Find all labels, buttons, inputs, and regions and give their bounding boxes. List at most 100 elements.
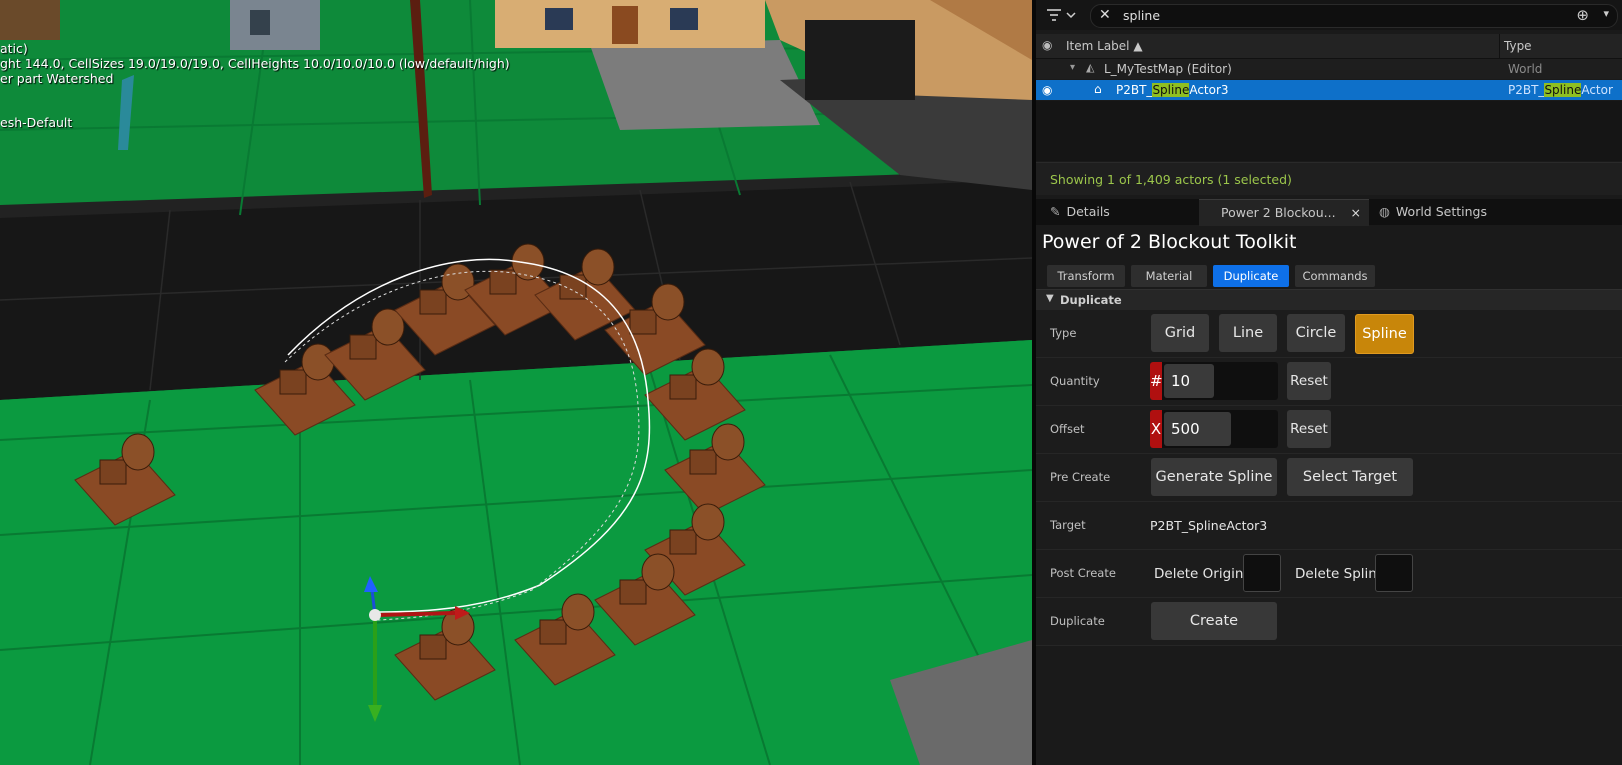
type-label: Type <box>1050 326 1077 340</box>
chevron-down-icon[interactable]: ▾ <box>1603 7 1609 20</box>
offset-axis-tag: X <box>1150 410 1162 448</box>
delete-spline-label: Delete Spline <box>1295 566 1386 582</box>
delete-spline-checkbox[interactable] <box>1375 554 1413 592</box>
actor-label: P2BT_SplineActor3 <box>1116 83 1229 97</box>
line-button[interactable]: Line <box>1219 314 1277 352</box>
pre-create-row: Pre Create Generate Spline Select Target <box>1036 454 1622 502</box>
toolkit-title: Power of 2 Blockout Toolkit <box>1042 231 1297 253</box>
crate-prop <box>279 369 307 395</box>
generate-spline-button[interactable]: Generate Spline <box>1151 458 1277 496</box>
target-row: Target P2BT_SplineActor3 <box>1036 502 1622 550</box>
barrel-prop <box>301 343 335 381</box>
tab-details[interactable]: ✎ Details <box>1042 199 1192 225</box>
viewport-stats-line-2: ght 144.0, CellSizes 19.0/19.0/19.0, Cel… <box>0 56 510 71</box>
spline-button[interactable]: Spline <box>1355 314 1414 354</box>
clear-search-icon[interactable]: ✕ <box>1099 7 1111 23</box>
crate-prop <box>419 289 447 315</box>
offset-value: 500 <box>1164 412 1231 446</box>
create-button[interactable]: Create <box>1151 602 1277 640</box>
select-target-button[interactable]: Select Target <box>1287 458 1413 496</box>
viewport-stats-line-1: atic) <box>0 41 28 56</box>
globe-icon: ◍ <box>1379 204 1390 219</box>
crate-prop <box>689 449 717 475</box>
duplicate-section-header[interactable]: ▼ Duplicate <box>1036 289 1622 310</box>
section-label: Duplicate <box>1060 293 1122 307</box>
crate-prop <box>539 619 567 645</box>
tab-power2-blockout[interactable]: Power 2 Blockou... × <box>1199 199 1369 226</box>
outliner-search-bar: ✕ spline ⊕ ▾ <box>1036 0 1622 30</box>
circle-button[interactable]: Circle <box>1287 314 1345 352</box>
world-label: L_MyTestMap (Editor) <box>1104 62 1232 76</box>
outliner-row-world[interactable]: ▾ ◭ L_MyTestMap (Editor) World <box>1036 59 1622 79</box>
collapse-arrow-icon[interactable]: ▾ <box>1070 62 1075 73</box>
crate-prop <box>629 309 657 335</box>
close-icon[interactable]: × <box>1351 200 1361 226</box>
delete-original-checkbox[interactable] <box>1243 554 1281 592</box>
outliner-empty-area <box>1036 101 1622 161</box>
pre-create-label: Pre Create <box>1050 470 1111 484</box>
crate-prop <box>99 459 127 485</box>
barrel-prop <box>711 423 745 461</box>
offset-input[interactable]: X 500 <box>1150 410 1278 448</box>
offset-label: Offset <box>1050 422 1085 436</box>
quantity-input[interactable]: # 10 <box>1150 362 1278 400</box>
world-type: World <box>1508 62 1543 76</box>
barrel-prop <box>691 348 725 386</box>
search-value: spline <box>1123 8 1161 23</box>
delete-original-label: Delete Original <box>1154 566 1256 582</box>
column-separator[interactable] <box>1499 34 1500 58</box>
pencil-icon: ✎ <box>1050 204 1061 219</box>
outliner-search-input[interactable]: ✕ spline ⊕ ▾ <box>1090 4 1618 28</box>
filter-icon[interactable] <box>1046 6 1080 24</box>
duplicate-label: Duplicate <box>1050 614 1105 628</box>
crate-prop <box>669 374 697 400</box>
barrel-prop <box>691 503 725 541</box>
viewport-stats-line-4: esh-Default <box>0 115 73 130</box>
target-label: Target <box>1050 518 1086 532</box>
column-item-label[interactable]: Item Label ▲ <box>1066 39 1143 53</box>
outliner-status-bar: Showing 1 of 1,409 actors (1 selected) <box>1036 162 1622 195</box>
reset-offset-button[interactable]: Reset <box>1287 410 1331 448</box>
editor-side-panel: ✕ spline ⊕ ▾ ◉ Item Label ▲ Type ▾ ◭ L_M… <box>1036 0 1622 765</box>
post-create-row: Post Create Delete Original Delete Splin… <box>1036 550 1622 598</box>
crate-prop <box>489 269 517 295</box>
barrel-prop <box>651 283 685 321</box>
reset-quantity-button[interactable]: Reset <box>1287 362 1331 400</box>
visibility-eye-icon[interactable]: ◉ <box>1042 38 1052 52</box>
barrel-prop <box>121 433 155 471</box>
world-icon: ◭ <box>1086 61 1095 74</box>
tab-world-settings[interactable]: ◍ World Settings <box>1371 199 1571 225</box>
commands-button[interactable]: Commands <box>1294 264 1376 288</box>
crate-prop <box>669 529 697 555</box>
crate-prop <box>619 579 647 605</box>
panel-empty-area <box>1036 649 1622 765</box>
duplicate-button[interactable]: Duplicate <box>1212 264 1290 288</box>
panel-tab-bar: ✎ Details Power 2 Blockou... × ◍ World Sett… <box>1036 199 1622 226</box>
viewport-scene <box>0 0 1032 765</box>
outliner-row-actor[interactable]: ◉ ⌂ P2BT_SplineActor3 P2BT_SplineActor <box>1036 80 1622 100</box>
quantity-label: Quantity <box>1050 374 1100 388</box>
barrel-prop <box>641 553 675 591</box>
crate-prop <box>349 334 377 360</box>
quantity-value: 10 <box>1164 364 1214 398</box>
type-row: Type Grid Line Circle Spline <box>1036 310 1622 358</box>
crate-prop <box>419 634 447 660</box>
actor-type: P2BT_SplineActor <box>1508 83 1613 97</box>
post-create-label: Post Create <box>1050 566 1116 580</box>
grid-button[interactable]: Grid <box>1151 314 1209 352</box>
offset-row: Offset X 500 Reset <box>1036 406 1622 454</box>
material-button[interactable]: Material <box>1130 264 1208 288</box>
duplicate-row: Duplicate Create <box>1036 598 1622 646</box>
barrel-prop <box>581 248 615 286</box>
visibility-eye-icon[interactable]: ◉ <box>1042 83 1052 97</box>
add-filter-icon[interactable]: ⊕ <box>1576 6 1589 24</box>
quantity-row: Quantity # 10 Reset <box>1036 358 1622 406</box>
barrel-prop <box>561 593 595 631</box>
level-viewport[interactable]: atic) ght 144.0, CellSizes 19.0/19.0/19.… <box>0 0 1032 765</box>
collapse-arrow-icon: ▼ <box>1046 293 1054 304</box>
target-value: P2BT_SplineActor3 <box>1150 518 1268 533</box>
transform-button[interactable]: Transform <box>1046 264 1126 288</box>
column-type[interactable]: Type <box>1504 39 1532 53</box>
actor-icon: ⌂ <box>1094 82 1102 96</box>
actor-count-status: Showing 1 of 1,409 actors (1 selected) <box>1050 172 1292 187</box>
